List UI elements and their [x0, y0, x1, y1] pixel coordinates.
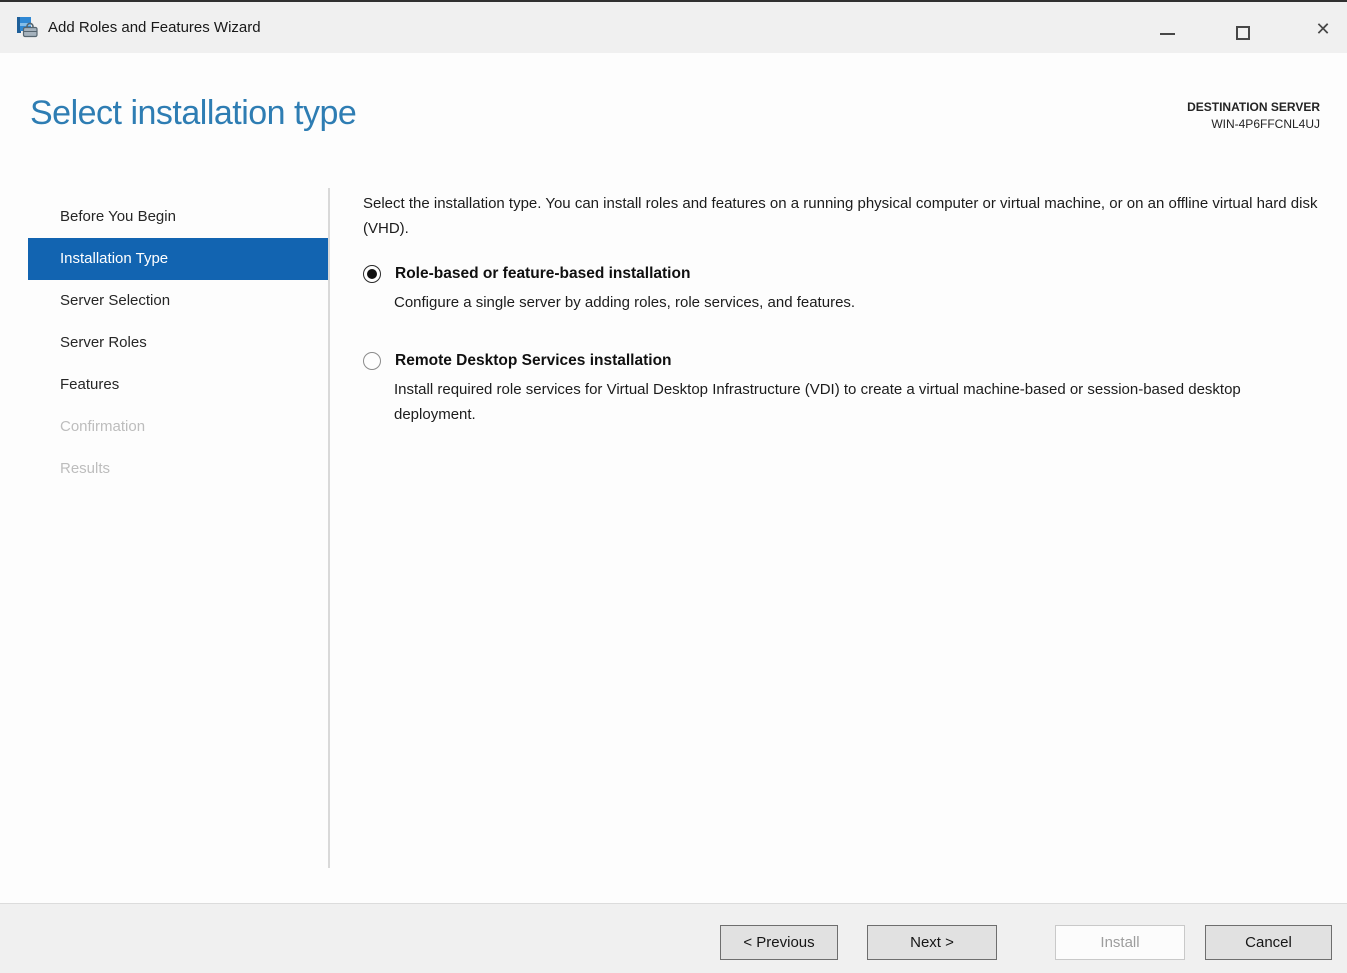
title-bar: Add Roles and Features Wizard ✕ [0, 0, 1347, 53]
maximize-icon [1236, 26, 1250, 40]
option-label[interactable]: Role-based or feature-based installation [395, 265, 690, 283]
sidebar-item-before-you-begin[interactable]: Before You Begin [28, 196, 328, 238]
server-manager-icon [16, 15, 40, 39]
footer-bar: < Previous Next > Install Cancel [0, 903, 1347, 973]
intro-text: Select the installation type. You can in… [363, 195, 1318, 237]
minimize-button[interactable] [1144, 4, 1190, 54]
sidebar-item-features[interactable]: Features [28, 364, 328, 406]
radio-remote-desktop-installation[interactable] [363, 352, 381, 370]
close-button[interactable]: ✕ [1300, 4, 1346, 54]
destination-server-label: DESTINATION SERVER [1187, 100, 1320, 114]
option-description: Configure a single server by adding role… [394, 294, 856, 311]
wizard-window: { "window": { "title": "Add Roles and Fe… [0, 0, 1347, 973]
sidebar-item-results: Results [60, 460, 111, 477]
installation-type-pane: Select the installation type. You can in… [363, 191, 1325, 464]
radio-role-based-installation[interactable] [363, 265, 381, 283]
sidebar-item-installation-type[interactable]: Installation Type [28, 238, 328, 280]
maximize-button[interactable] [1220, 4, 1266, 54]
next-button[interactable]: Next > [867, 925, 997, 960]
window-title: Add Roles and Features Wizard [48, 19, 261, 36]
minimize-icon [1160, 33, 1175, 35]
destination-server-name: WIN-4P6FFCNL4UJ [1211, 117, 1320, 131]
sidebar-separator [328, 188, 330, 868]
cancel-button[interactable]: Cancel [1205, 925, 1332, 960]
sidebar-item-server-roles[interactable]: Server Roles [28, 322, 328, 364]
sidebar-item-confirmation: Confirmation [60, 418, 146, 435]
option-remote-desktop: Remote Desktop Services installation Ins… [363, 352, 1325, 427]
sidebar-item-server-selection[interactable]: Server Selection [28, 280, 328, 322]
destination-server-block: DESTINATION SERVER WIN-4P6FFCNL4UJ [1187, 99, 1320, 133]
install-button: Install [1055, 925, 1185, 960]
close-icon: ✕ [1315, 18, 1331, 39]
wizard-steps: Before You Begin Installation Type Serve… [28, 196, 328, 490]
option-label[interactable]: Remote Desktop Services installation [395, 352, 672, 370]
page-title: Select installation type [30, 94, 357, 132]
option-role-based: Role-based or feature-based installation… [363, 265, 1325, 315]
previous-button[interactable]: < Previous [720, 925, 838, 960]
option-description: Install required role services for Virtu… [394, 381, 1241, 423]
